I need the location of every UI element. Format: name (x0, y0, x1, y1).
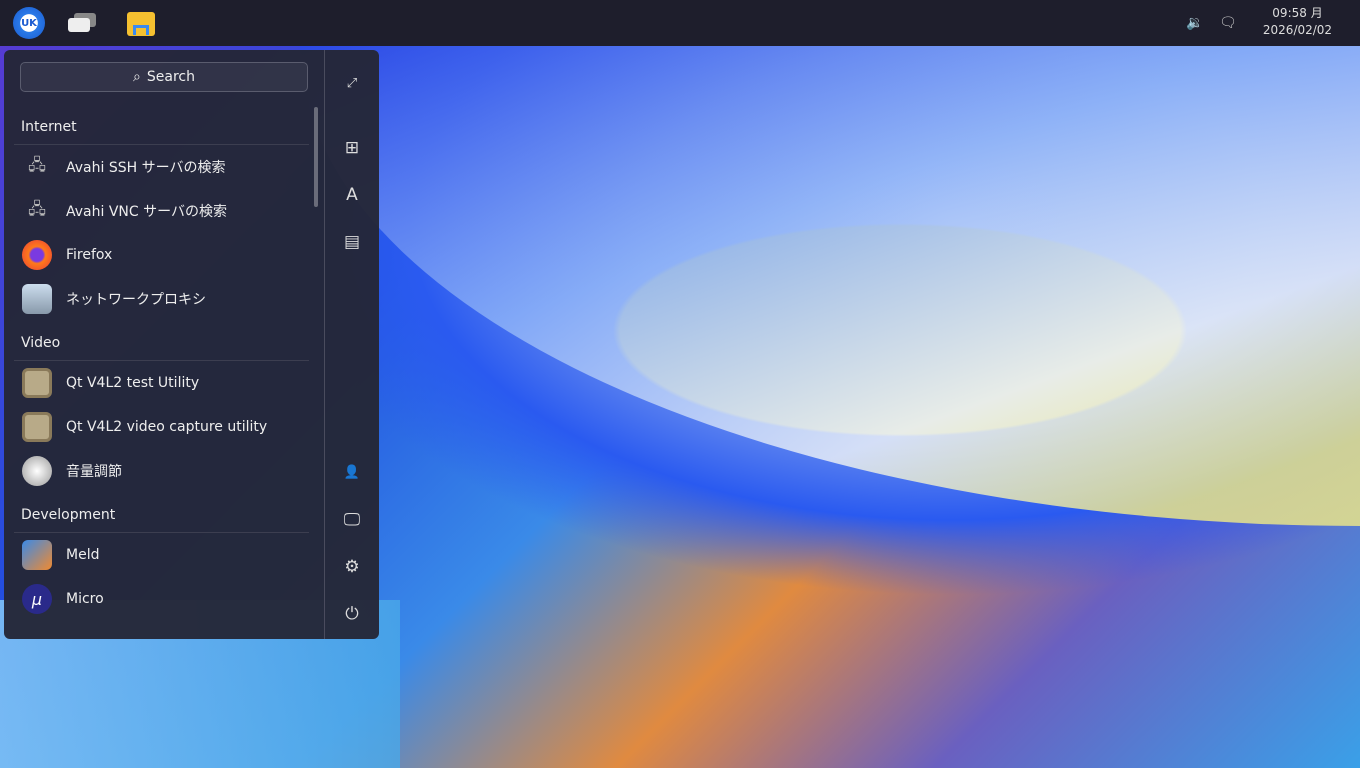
app-label: Qt V4L2 test Utility (66, 375, 200, 391)
category-header: Video (14, 321, 309, 361)
search-input[interactable]: ⌕ Search (20, 62, 308, 92)
expand-icon[interactable]: ⤢ (338, 70, 366, 98)
notification-icon[interactable]: 🗨 (1219, 0, 1237, 46)
computer-icon[interactable]: 🖵 (338, 506, 366, 534)
list-item[interactable]: ネットワークプロキシ (14, 277, 309, 321)
app-label: Micro (66, 591, 104, 607)
user-icon[interactable]: 👤 (338, 459, 366, 487)
app-label: 音量調節 (66, 464, 122, 480)
start-menu-button[interactable]: UK (13, 7, 45, 39)
network-monitor-icon: 🖧 (28, 154, 46, 174)
function-view-icon[interactable]: ▤ (338, 228, 366, 256)
scrollbar[interactable] (314, 107, 318, 207)
video-icon (22, 368, 52, 398)
app-label: Avahi SSH サーバの検索 (66, 160, 226, 176)
app-label: Firefox (66, 247, 113, 263)
app-label: Avahi VNC サーバの検索 (66, 204, 227, 220)
taskbar: UK 🔉 🗨 09:58 月 2026/02/02 (0, 0, 1360, 46)
list-item[interactable]: μ Micro (14, 577, 309, 621)
menu-sidebar: ⤢ ⊞ A ▤ 👤 🖵 ⚙ ⏻ (324, 50, 379, 639)
list-item[interactable]: 音量調節 (14, 449, 309, 493)
app-label: ネットワークプロキシ (66, 292, 206, 308)
clock-time: 09:58 月 (1272, 6, 1323, 20)
search-icon: ⌕ (133, 69, 141, 85)
clock[interactable]: 09:58 月 2026/02/02 (1255, 5, 1340, 39)
micro-icon: μ (22, 584, 52, 614)
list-item[interactable]: 🖧 Avahi VNC サーバの検索 (14, 189, 309, 233)
list-item[interactable]: Qt V4L2 video capture utility (14, 405, 309, 449)
app-label: Meld (66, 547, 100, 563)
alphabetical-view-icon[interactable]: A (338, 181, 366, 209)
network-monitor-icon: 🖧 (28, 198, 46, 218)
volume-icon[interactable]: 🔉 (1186, 0, 1203, 46)
app-list: Internet 🖧 Avahi SSH サーバの検索 🖧 Avahi VNC サー… (14, 105, 309, 621)
start-menu: ⌕ Search Internet 🖧 Avahi SSH サーバの検索 🖧 Avah… (4, 50, 379, 639)
category-header: Internet (14, 105, 309, 145)
list-item[interactable]: Firefox (14, 233, 309, 277)
category-view-icon[interactable]: ⊞ (338, 134, 366, 162)
list-item[interactable]: Meld (14, 533, 309, 577)
volume-knob-icon (22, 456, 52, 486)
multitask-view-button[interactable] (66, 7, 98, 39)
list-item[interactable]: Qt V4L2 test Utility (14, 361, 309, 405)
meld-icon (22, 540, 52, 570)
video-icon (22, 412, 52, 442)
file-manager-button[interactable] (126, 7, 158, 39)
search-placeholder: Search (146, 69, 195, 85)
start-logo: UK (21, 17, 37, 29)
wallpaper (300, 46, 1360, 526)
power-icon[interactable]: ⏻ (338, 600, 366, 628)
app-label: Qt V4L2 video capture utility (66, 419, 268, 435)
category-header: Development (14, 493, 309, 533)
list-item[interactable]: 🖧 Avahi SSH サーバの検索 (14, 145, 309, 189)
firefox-icon (22, 240, 52, 270)
proxy-icon (22, 284, 52, 314)
settings-icon[interactable]: ⚙ (338, 553, 366, 581)
clock-date: 2026/02/02 (1262, 23, 1333, 37)
